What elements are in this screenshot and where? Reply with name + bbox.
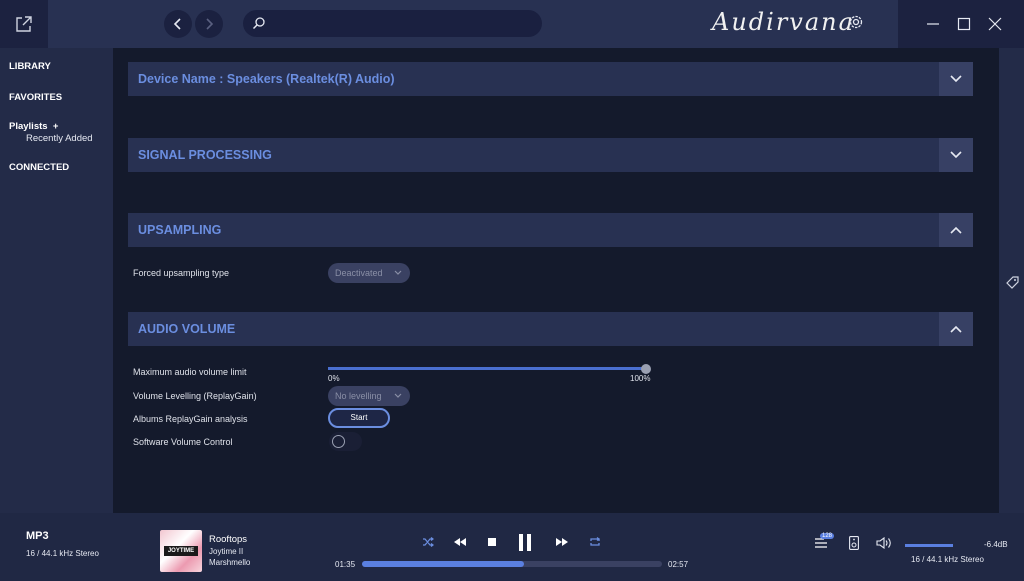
settings-button[interactable] xyxy=(848,14,864,35)
chevron-down-icon xyxy=(950,75,962,83)
max-volume-label: Maximum audio volume limit xyxy=(133,367,247,377)
device-name-title: Device Name : Speakers (Realtek(R) Audio… xyxy=(138,72,395,86)
album-cover[interactable]: JOYTIME xyxy=(160,530,202,572)
volume-icon xyxy=(876,537,891,549)
chevron-up-icon xyxy=(950,226,962,234)
tag-icon xyxy=(1006,276,1019,289)
upsampling-collapse-button[interactable] xyxy=(939,213,973,247)
close-button[interactable] xyxy=(985,14,1005,34)
forward-button[interactable] xyxy=(195,10,223,38)
section-upsampling: UPSAMPLING xyxy=(128,213,973,247)
fast-forward-icon xyxy=(556,538,568,546)
pause-icon xyxy=(519,533,531,551)
chevron-left-icon xyxy=(173,18,181,30)
title-bar: Audirvana xyxy=(0,0,1024,48)
signal-expand-button[interactable] xyxy=(939,138,973,172)
external-window-icon xyxy=(16,16,32,32)
seek-bar-fill xyxy=(362,561,524,567)
queue-icon xyxy=(815,538,827,548)
max-volume-slider[interactable] xyxy=(328,367,646,370)
stop-button[interactable] xyxy=(485,535,499,549)
track-title[interactable]: Rooftops xyxy=(209,534,247,545)
forced-upsampling-value: Deactivated xyxy=(335,268,383,278)
total-time: 02:57 xyxy=(668,560,689,569)
speaker-device-icon xyxy=(849,536,859,550)
sidebar-item-recently-added[interactable]: Recently Added xyxy=(26,133,93,144)
software-volume-toggle[interactable] xyxy=(329,432,362,451)
toggle-knob xyxy=(332,435,345,448)
close-icon xyxy=(988,17,1002,31)
maximize-icon xyxy=(957,17,971,31)
track-artist[interactable]: Marshmello xyxy=(209,558,250,567)
software-volume-label: Software Volume Control xyxy=(133,437,233,447)
player-bar: MP3 16 / 44.1 kHz Stereo JOYTIME Rooftop… xyxy=(0,513,1024,581)
slider-max-tick: 100% xyxy=(630,374,651,383)
audio-device-button[interactable] xyxy=(847,535,861,551)
file-format: MP3 xyxy=(26,530,49,542)
chevron-down-icon xyxy=(950,151,962,159)
back-button[interactable] xyxy=(164,10,192,38)
audio-volume-title: AUDIO VOLUME xyxy=(138,322,236,336)
max-volume-slider-handle[interactable] xyxy=(641,364,651,374)
volume-button[interactable] xyxy=(876,535,892,551)
forced-upsampling-select[interactable]: Deactivated xyxy=(328,263,410,283)
mini-player-button[interactable] xyxy=(0,0,48,48)
volume-collapse-button[interactable] xyxy=(939,312,973,346)
minimize-icon xyxy=(927,23,939,25)
volume-levelling-value: No levelling xyxy=(335,391,382,401)
add-playlist-button[interactable]: + xyxy=(53,121,59,132)
gear-icon xyxy=(849,15,863,29)
volume-slider[interactable] xyxy=(905,544,953,547)
track-album[interactable]: Joytime II xyxy=(209,547,243,556)
volume-db-readout: -6.4dB xyxy=(984,540,1008,549)
rewind-icon xyxy=(454,538,466,546)
chevron-right-icon xyxy=(206,18,214,30)
sidebar-item-favorites[interactable]: FAVORITES xyxy=(9,92,62,103)
chevron-down-icon xyxy=(394,270,402,275)
search-icon xyxy=(252,17,265,30)
playlists-label: Playlists xyxy=(9,121,48,132)
sidebar-item-playlists[interactable]: Playlists + xyxy=(9,121,58,132)
sidebar xyxy=(0,48,113,513)
search-input[interactable] xyxy=(243,10,542,37)
start-analysis-button[interactable]: Start xyxy=(328,408,390,428)
maximize-button[interactable] xyxy=(954,14,974,34)
stop-icon xyxy=(488,538,496,546)
file-format-detail: 16 / 44.1 kHz Stereo xyxy=(26,549,99,558)
repeat-button[interactable] xyxy=(588,535,602,549)
output-format: 16 / 44.1 kHz Stereo xyxy=(911,555,984,564)
repeat-icon xyxy=(590,537,600,546)
section-audio-volume: AUDIO VOLUME xyxy=(128,312,973,346)
tag-button[interactable] xyxy=(1006,276,1019,294)
window-controls xyxy=(898,0,1024,48)
upsampling-title: UPSAMPLING xyxy=(138,223,222,237)
next-button[interactable] xyxy=(555,535,569,549)
replaygain-analysis-label: Albums ReplayGain analysis xyxy=(133,414,248,424)
section-device: Device Name : Speakers (Realtek(R) Audio… xyxy=(128,62,973,96)
shuffle-button[interactable] xyxy=(421,535,435,549)
album-cover-text: JOYTIME xyxy=(164,546,198,556)
settings-panel xyxy=(113,48,999,513)
signal-processing-title: SIGNAL PROCESSING xyxy=(138,148,272,162)
volume-levelling-label: Volume Levelling (ReplayGain) xyxy=(133,391,257,401)
chevron-down-icon xyxy=(394,393,402,398)
sidebar-item-library[interactable]: LIBRARY xyxy=(9,61,51,72)
pause-button[interactable] xyxy=(516,532,534,552)
slider-min-tick: 0% xyxy=(328,374,340,383)
forced-upsampling-label: Forced upsampling type xyxy=(133,268,230,278)
chevron-up-icon xyxy=(950,325,962,333)
app-logo: Audirvana xyxy=(712,8,855,36)
elapsed-time: 01:35 xyxy=(335,560,356,569)
device-expand-button[interactable] xyxy=(939,62,973,96)
section-signal-processing: SIGNAL PROCESSING xyxy=(128,138,973,172)
volume-levelling-select[interactable]: No levelling xyxy=(328,386,410,406)
sidebar-item-connected[interactable]: CONNECTED xyxy=(9,162,69,173)
seek-bar[interactable] xyxy=(362,561,662,567)
previous-button[interactable] xyxy=(453,535,467,549)
shuffle-icon xyxy=(423,537,434,547)
queue-count-badge: 128 xyxy=(820,533,835,539)
minimize-button[interactable] xyxy=(923,14,943,34)
